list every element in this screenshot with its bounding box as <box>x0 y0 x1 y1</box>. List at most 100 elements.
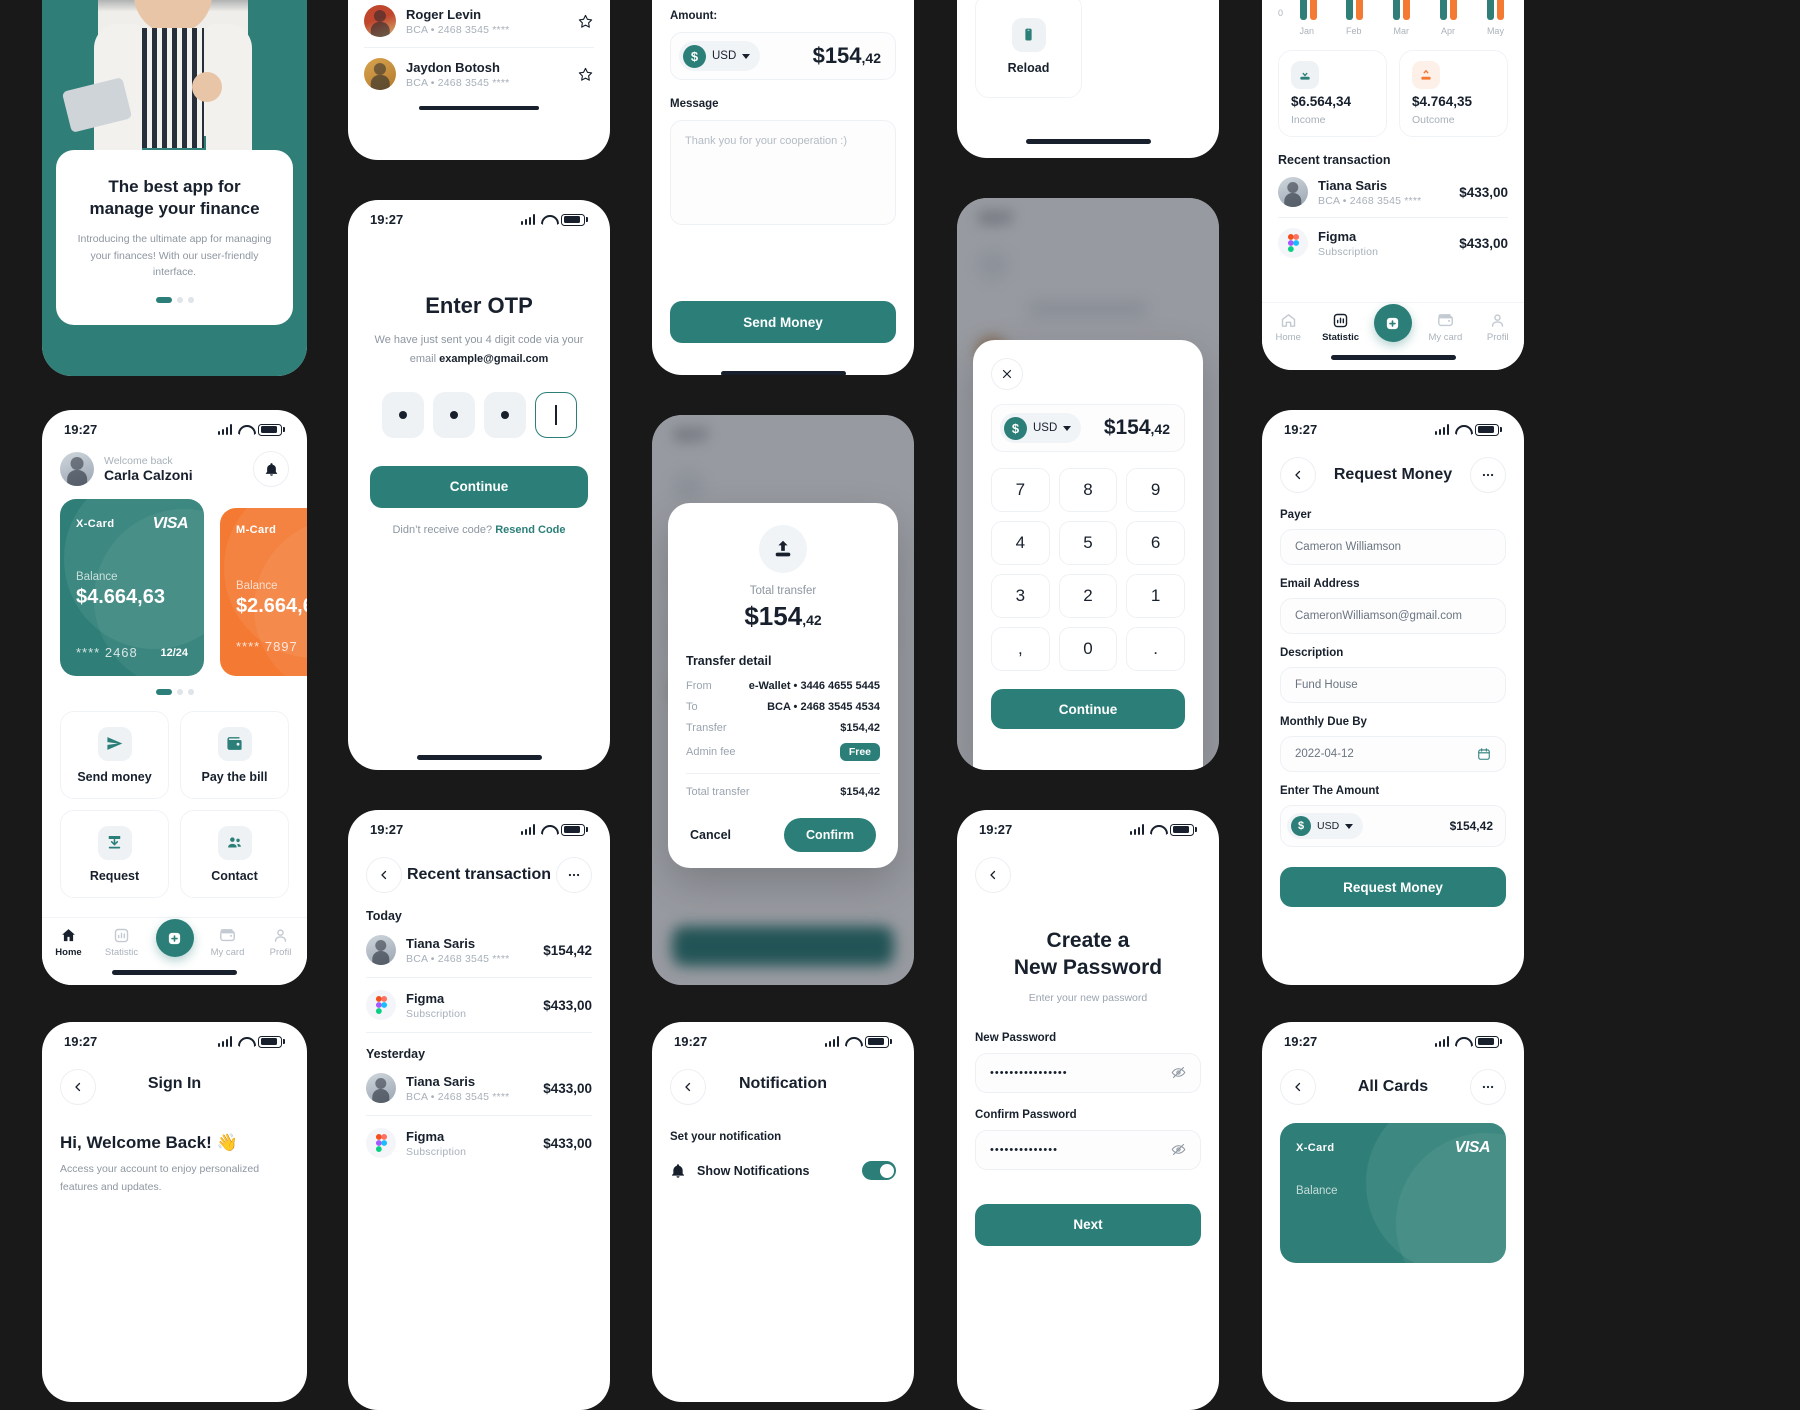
phone-all-cards: 19:27 All Cards X-Card VISA Balance <box>1262 1022 1524 1402</box>
description-input[interactable]: Fund House <box>1280 667 1506 703</box>
contact-row[interactable]: Roger Levin BCA • 2468 3545 **** <box>364 0 594 47</box>
cards-carousel[interactable]: X-Card VISA Balance $4.664,63 **** 2468 … <box>42 499 307 679</box>
otp-digit-3[interactable] <box>483 391 526 438</box>
email-input[interactable]: CameronWilliamson@gmail.com <box>1280 598 1506 634</box>
back-button[interactable] <box>1280 457 1316 493</box>
transaction-row[interactable]: Tiana Saris BCA • 2468 3545 **** $154,42 <box>366 923 592 977</box>
quick-action-request[interactable]: Request <box>60 810 169 898</box>
nav-item-add[interactable] <box>152 919 198 957</box>
key-period[interactable]: . <box>1126 627 1185 671</box>
quick-action-pay-bill[interactable]: Pay the bill <box>180 711 289 799</box>
currency-selector[interactable]: $ USD <box>1000 413 1082 443</box>
send-money-button[interactable]: Send Money <box>670 301 896 343</box>
amount-field[interactable]: $ USD $154,42 <box>991 404 1185 452</box>
amount-input[interactable]: $ USD $154,42 <box>1280 805 1506 847</box>
close-button[interactable] <box>991 358 1023 390</box>
key-0[interactable]: 0 <box>1058 627 1118 671</box>
key-8[interactable]: 8 <box>1058 468 1118 512</box>
message-input[interactable]: Thank you for your cooperation :) <box>670 120 896 225</box>
key-7[interactable]: 7 <box>991 468 1050 512</box>
nav-item-profile[interactable]: Profil <box>258 927 304 958</box>
due-date-input[interactable]: 2022-04-12 <box>1280 736 1506 772</box>
home-indicator <box>1330 355 1456 360</box>
back-button[interactable] <box>1280 1069 1316 1105</box>
contact-row[interactable]: Jaydon Botosh BCA • 2468 3545 **** <box>364 48 594 100</box>
quick-action-send-money[interactable]: Send money <box>60 711 169 799</box>
otp-input-group[interactable] <box>370 391 588 438</box>
nav-item-home[interactable]: Home <box>1265 312 1311 343</box>
key-2[interactable]: 2 <box>1058 574 1118 618</box>
key-1[interactable]: 1 <box>1126 574 1185 618</box>
key-comma[interactable]: , <box>991 627 1050 671</box>
calendar-icon[interactable] <box>1477 747 1491 761</box>
transaction-amount: $433,00 <box>543 997 592 1013</box>
credit-card-x[interactable]: X-Card VISA Balance $4.664,63 **** 2468 … <box>60 499 204 676</box>
nav-item-statistic[interactable]: Statistic <box>1318 312 1364 343</box>
status-time: 19:27 <box>1284 422 1318 437</box>
credit-card-m[interactable]: M-Card Balance $2.664,6 **** 7897 <box>220 508 307 676</box>
battery-icon <box>561 823 588 836</box>
home-indicator <box>419 106 539 110</box>
back-button[interactable] <box>366 857 402 893</box>
add-button[interactable] <box>155 919 194 957</box>
nav-item-add[interactable] <box>1370 304 1416 342</box>
eye-off-icon[interactable] <box>1171 1065 1186 1080</box>
email-label: Email Address <box>1280 578 1360 590</box>
amount-field[interactable]: $ USD $154,42 <box>670 32 896 80</box>
key-4[interactable]: 4 <box>991 521 1050 565</box>
onboarding-pagination[interactable] <box>74 297 275 304</box>
key-9[interactable]: 9 <box>1126 468 1185 512</box>
continue-button[interactable]: Continue <box>991 689 1185 729</box>
request-money-button[interactable]: Request Money <box>1280 867 1506 907</box>
more-options-button[interactable] <box>1470 1069 1506 1105</box>
numeric-keypad[interactable]: 7 8 9 4 5 6 3 2 1 , 0 . <box>991 468 1185 671</box>
star-outline-icon[interactable] <box>577 66 594 83</box>
more-options-button[interactable] <box>1470 457 1506 493</box>
nav-item-my-card[interactable]: My card <box>1422 312 1468 343</box>
reload-card[interactable]: Reload <box>975 0 1082 98</box>
nav-item-home[interactable]: Home <box>46 927 92 958</box>
transaction-row[interactable]: Figma Subscription $433,00 <box>366 978 592 1032</box>
continue-button[interactable]: Continue <box>370 465 588 508</box>
credit-card-x[interactable]: X-Card VISA Balance <box>1280 1123 1506 1263</box>
quick-action-contact[interactable]: Contact <box>180 810 289 898</box>
transaction-row[interactable]: Tiana Saris BCA • 2468 3545 **** $433,00 <box>1278 167 1508 217</box>
transaction-row[interactable]: Tiana Saris BCA • 2468 3545 **** $433,00 <box>366 1061 592 1115</box>
eye-off-icon[interactable] <box>1171 1142 1186 1157</box>
otp-digit-2[interactable] <box>432 391 475 438</box>
back-button[interactable] <box>975 857 1011 893</box>
notification-bell-button[interactable] <box>253 451 289 487</box>
more-options-button[interactable] <box>555 857 592 893</box>
notification-setting-row[interactable]: Show Notifications <box>670 1161 896 1180</box>
amount-value: $154,42 <box>813 43 881 69</box>
currency-selector[interactable]: $ USD <box>679 41 761 71</box>
outcome-card[interactable]: $4.764,35 Outcome <box>1399 50 1508 137</box>
add-button[interactable] <box>1373 304 1412 342</box>
chevron-left-icon <box>990 870 996 880</box>
show-notifications-toggle[interactable] <box>862 1161 896 1180</box>
cancel-button[interactable]: Cancel <box>690 828 731 842</box>
confirm-button[interactable]: Confirm <box>784 818 876 852</box>
chevron-down-icon <box>1345 823 1354 829</box>
next-button[interactable]: Next <box>975 1203 1201 1246</box>
currency-selector[interactable]: $ USD <box>1287 813 1364 839</box>
star-outline-icon[interactable] <box>577 13 594 30</box>
dollar-icon: $ <box>1004 416 1027 440</box>
confirm-password-input[interactable]: •••••••••••••• <box>975 1129 1201 1170</box>
transaction-row[interactable]: Figma Subscription $433,00 <box>366 1116 592 1170</box>
payer-input[interactable]: Cameron Williamson <box>1280 529 1506 565</box>
key-3[interactable]: 3 <box>991 574 1050 618</box>
nav-item-my-card[interactable]: My card <box>205 927 251 958</box>
new-password-input[interactable]: •••••••••••••••• <box>975 1052 1201 1093</box>
nav-item-profile[interactable]: Profil <box>1475 312 1521 343</box>
otp-digit-4[interactable] <box>534 391 577 438</box>
resend-code-link[interactable]: Resend Code <box>495 524 565 536</box>
battery-icon <box>865 1035 892 1048</box>
transaction-row[interactable]: Figma Subscription $433,00 <box>1278 218 1508 268</box>
otp-digit-1[interactable] <box>381 391 424 438</box>
nav-item-statistic[interactable]: Statistic <box>99 927 145 958</box>
key-6[interactable]: 6 <box>1126 521 1185 565</box>
key-5[interactable]: 5 <box>1058 521 1118 565</box>
avatar[interactable] <box>60 452 94 486</box>
income-card[interactable]: $6.564,34 Income <box>1278 50 1387 137</box>
